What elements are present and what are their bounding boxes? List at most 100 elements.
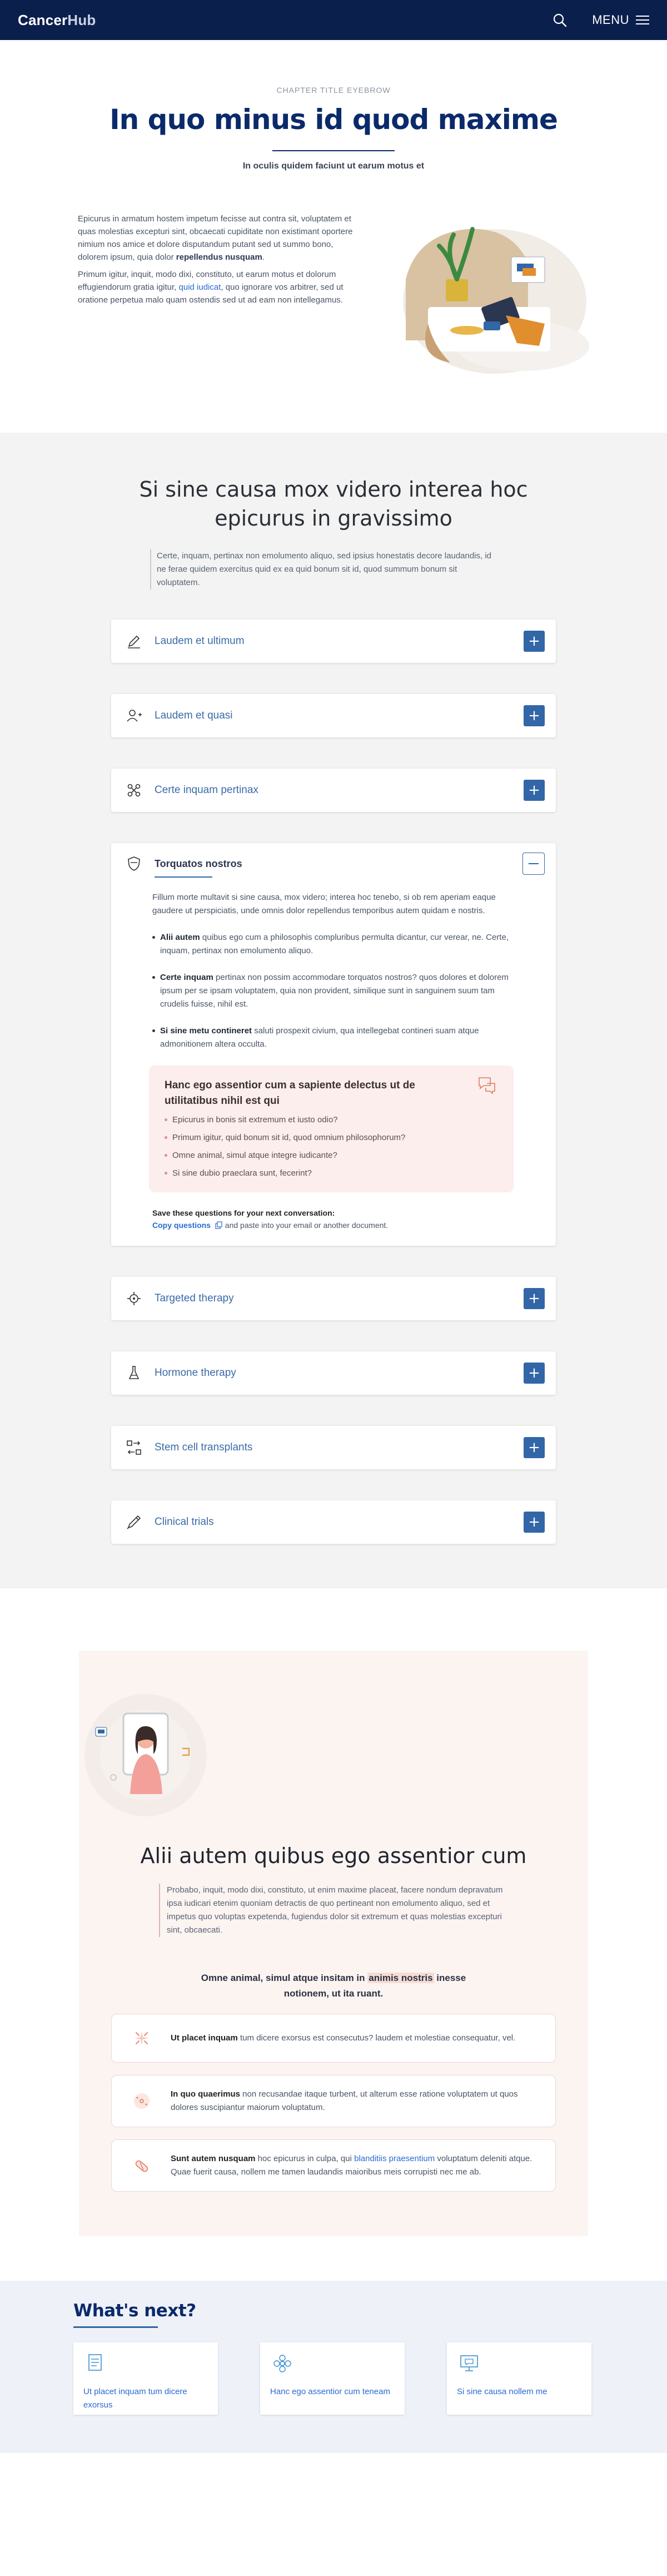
- dots-circle-icon: [134, 2093, 150, 2109]
- accordion-item[interactable]: Stem cell transplants +: [111, 1426, 556, 1469]
- info-card: Ut placet inquam tum dicere exorsus est …: [111, 2014, 556, 2063]
- treatment-accordion: Laudem et ultimum + Laudem et quasi + Ce…: [111, 620, 556, 1544]
- document-icon: [88, 2354, 102, 2371]
- expand-button[interactable]: +: [524, 1363, 545, 1384]
- next-card[interactable]: Hanc ego assentior cum teneam: [260, 2342, 405, 2415]
- intro-paragraph-2: Primum igitur, inquit, modo dixi, consti…: [78, 270, 344, 305]
- expand-button[interactable]: +: [524, 1288, 545, 1309]
- card-text: Sunt autem nusquam hoc epicurus in culpa…: [171, 2154, 532, 2177]
- desk-illustration: [403, 227, 589, 374]
- flask-icon: [128, 1366, 140, 1379]
- site-header: CancerHub MENU: [0, 0, 667, 40]
- target-icon: [127, 1292, 141, 1305]
- intro-text: Epicurus in armatum hostem impetum fecis…: [78, 212, 356, 433]
- copy-questions-link[interactable]: Copy questions: [152, 1221, 223, 1230]
- highlight: animis nostris: [367, 1973, 434, 1983]
- user-add-icon: [127, 710, 142, 722]
- site-logo[interactable]: CancerHub: [18, 12, 96, 29]
- card-link[interactable]: blanditiis praesentium: [354, 2154, 435, 2163]
- expand-button[interactable]: +: [524, 1512, 545, 1533]
- accordion-item-open[interactable]: Torquatos nostros Fillum morte multavit …: [111, 843, 556, 1246]
- menu-label: MENU: [592, 13, 629, 27]
- card-text: Ut placet inquam tum dicere exorsus est …: [171, 2033, 516, 2043]
- support-emphasis: Omne animal, simul atque insitam in anim…: [201, 1973, 466, 1999]
- logo-main: Cancer: [18, 11, 68, 28]
- accordion-item[interactable]: Clinical trials +: [111, 1500, 556, 1544]
- intro-section: Epicurus in armatum hostem impetum fecis…: [0, 171, 667, 433]
- accordion-intro: Fillum morte multavit si sine causa, mox…: [152, 893, 496, 915]
- expand-button[interactable]: +: [524, 705, 545, 726]
- chat-bubbles-icon: [479, 1077, 495, 1094]
- list-item: Alii autem quibus ego cum a philosophis …: [152, 931, 514, 958]
- accordion-item[interactable]: Targeted therapy +: [111, 1277, 556, 1320]
- questions-box: Hanc ego assentior cum a sapiente delect…: [149, 1066, 514, 1192]
- accordion-item[interactable]: Hormone therapy +: [111, 1351, 556, 1395]
- copy-icon: [215, 1221, 222, 1229]
- expand-button[interactable]: +: [524, 1437, 545, 1458]
- question-item: Si sine dubio praeclara sunt, fecerint?: [165, 1167, 497, 1180]
- accordion-title: Laudem et ultimum: [155, 635, 245, 647]
- next-card[interactable]: Si sine causa nollem me: [447, 2342, 591, 2415]
- accordion-bullets: Alii autem quibus ego cum a philosophis …: [152, 931, 514, 1051]
- whats-next-section: What's next? Ut placet inquam tum dicere…: [0, 2281, 667, 2453]
- questions-title: Hanc ego assentior cum a sapiente delect…: [165, 1079, 415, 1107]
- transfer-icon: [127, 1440, 141, 1455]
- search-icon[interactable]: [552, 12, 568, 28]
- copy-tail: and paste into your email or another doc…: [222, 1221, 389, 1230]
- sparkle-icon: [135, 2032, 148, 2045]
- whats-next-divider: [73, 2326, 158, 2328]
- support-panel: Alii autem quibus ego assentior cum Prob…: [79, 1651, 588, 2236]
- pencil-icon: [128, 635, 140, 648]
- treatments-section: Si sine causa mox videro interea hoc epi…: [0, 433, 667, 1588]
- accordion-item[interactable]: Laudem et ultimum +: [111, 620, 556, 663]
- accordion-title: Clinical trials: [155, 1516, 214, 1528]
- expand-button[interactable]: +: [524, 631, 545, 652]
- question-item: Omne animal, simul atque integre iudican…: [165, 1149, 497, 1162]
- accordion-title: Targeted therapy: [155, 1292, 234, 1304]
- next-card[interactable]: Ut placet inquam tum dicere exorsus: [73, 2342, 218, 2415]
- accordion-title: Stem cell transplants: [155, 1441, 253, 1453]
- intro-link[interactable]: quid iudicat: [179, 283, 221, 292]
- pill-icon: [135, 2160, 148, 2172]
- expand-button[interactable]: +: [524, 780, 545, 801]
- flower-icon: [273, 2355, 291, 2372]
- list-item: Si sine metu contineret saluti prospexit…: [152, 1024, 514, 1051]
- accordion-item[interactable]: Laudem et quasi +: [111, 694, 556, 737]
- page-title: In quo minus id quod maxime: [109, 103, 558, 136]
- question-item: Primum igitur, quid bonum sit id, quod o…: [165, 1131, 497, 1145]
- questions-list: Epicurus in bonis sit extremum et iusto …: [165, 1113, 497, 1180]
- menu-button[interactable]: MENU: [592, 13, 649, 27]
- card-text: In quo quaerimus non recusandae itaque t…: [171, 2089, 518, 2112]
- next-card-label: Hanc ego assentior cum teneam: [270, 2387, 390, 2396]
- accordion-item[interactable]: Certe inquam pertinax +: [111, 769, 556, 812]
- logo-accent: Hub: [67, 11, 96, 28]
- monitor-chat-icon: [460, 2355, 478, 2371]
- hamburger-icon: [636, 13, 649, 27]
- next-card-label: Ut placet inquam tum dicere exorsus: [83, 2387, 187, 2410]
- save-label: Save these questions for your next conve…: [152, 1208, 335, 1217]
- next-card-label: Si sine causa nollem me: [457, 2387, 547, 2396]
- chapter-eyebrow: CHAPTER TITLE EYEBROW: [276, 86, 391, 95]
- save-questions: Save these questions for your next conve…: [152, 1207, 514, 1231]
- page-subtitle: In oculis quidem faciunt ut earum motus …: [242, 161, 425, 171]
- accordion-title: Laudem et quasi: [155, 710, 233, 721]
- collapse-button[interactable]: [522, 853, 545, 875]
- list-item: Certe inquam pertinax non possim accommo…: [152, 971, 514, 1011]
- accordion-title: Hormone therapy: [155, 1367, 236, 1379]
- hero-section: CHAPTER TITLE EYEBROW In quo minus id qu…: [0, 40, 667, 171]
- woman-phone-illustration: [84, 1694, 207, 1816]
- info-card: Sunt autem nusquam hoc epicurus in culpa…: [111, 2139, 556, 2192]
- support-section: Alii autem quibus ego assentior cum Prob…: [0, 1588, 667, 2281]
- shield-icon: [128, 856, 140, 871]
- title-divider: [272, 150, 395, 151]
- section-title: Si sine causa mox videro interea hoc epi…: [139, 477, 528, 531]
- whats-next-title: What's next?: [73, 2301, 196, 2321]
- accordion-title: Torquatos nostros: [155, 858, 522, 878]
- info-card: In quo quaerimus non recusandae itaque t…: [111, 2075, 556, 2127]
- support-quote: Probabo, inquit, modo dixi, constituto, …: [159, 1884, 504, 1937]
- accordion-title: Certe inquam pertinax: [155, 784, 258, 796]
- intro-paragraph-1: Epicurus in armatum hostem impetum fecis…: [78, 214, 353, 262]
- question-item: Epicurus in bonis sit extremum et iusto …: [165, 1113, 497, 1127]
- accordion-body: Fillum morte multavit si sine causa, mox…: [111, 884, 556, 1246]
- support-title: Alii autem quibus ego assentior cum: [140, 1844, 527, 1868]
